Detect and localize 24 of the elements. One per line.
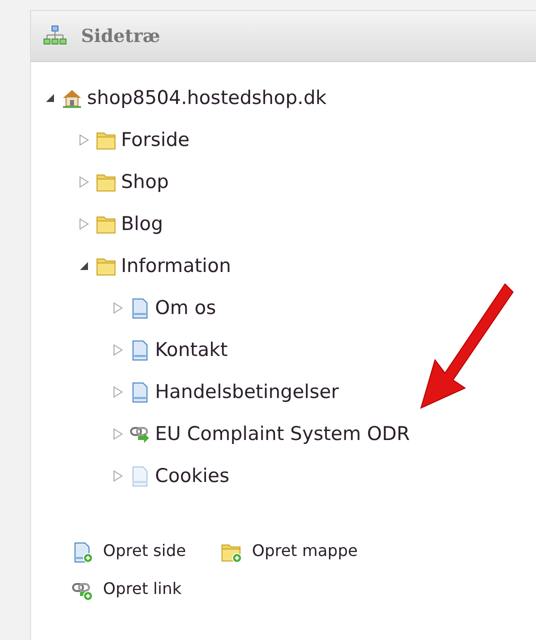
panel-title: Sidetræ (81, 24, 160, 48)
tree-item[interactable]: Om os (155, 294, 216, 322)
create-link[interactable]: Opret side (103, 539, 186, 563)
collapse-toggle-icon[interactable] (79, 261, 89, 271)
expand-toggle-icon[interactable] (113, 428, 123, 440)
expand-toggle-icon[interactable] (113, 344, 123, 356)
expand-toggle-icon[interactable] (79, 218, 89, 230)
expand-toggle-icon[interactable] (113, 302, 123, 314)
expand-toggle-icon[interactable] (79, 176, 89, 188)
tree-item[interactable]: EU Complaint System ODR (155, 420, 410, 448)
create-link[interactable]: Opret link (103, 577, 182, 601)
expand-toggle-icon[interactable] (113, 470, 123, 482)
tree-item[interactable]: Forside (121, 126, 190, 154)
tree-item[interactable]: Kontakt (155, 336, 228, 364)
tree-item[interactable]: Shop (121, 168, 169, 196)
create-link[interactable]: Opret mappe (252, 539, 358, 563)
expand-toggle-icon[interactable] (113, 386, 123, 398)
tree-item[interactable]: Handelsbetingelser (155, 378, 339, 406)
tree-item[interactable]: Blog (121, 210, 163, 238)
tree-item[interactable]: Cookies (155, 462, 230, 490)
tree-item[interactable]: shop8504.hostedshop.dk (87, 84, 327, 112)
expand-toggle-icon[interactable] (79, 134, 89, 146)
tree-item[interactable]: Information (121, 252, 231, 280)
collapse-toggle-icon[interactable] (45, 93, 55, 103)
